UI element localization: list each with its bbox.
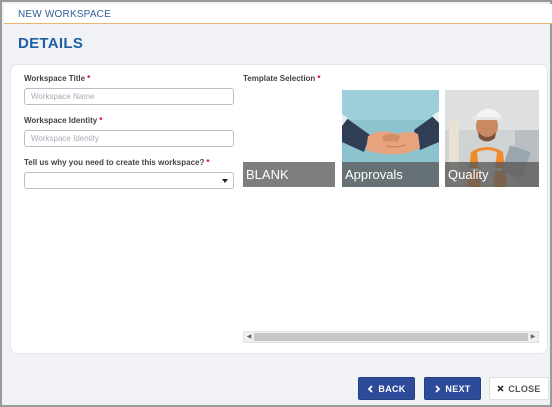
chevron-left-icon xyxy=(368,384,374,393)
details-panel: Workspace Title* Workspace Identity* Tel… xyxy=(10,64,548,354)
dialog-header: NEW WORKSPACE xyxy=(4,4,552,24)
new-workspace-dialog: NEW WORKSPACE DETAILS Workspace Title * W… xyxy=(0,0,552,407)
template-card-label: BLANK xyxy=(246,167,289,182)
next-button[interactable]: NEXT xyxy=(424,377,481,400)
template-scrollbar[interactable]: ◀ ▶ xyxy=(243,331,539,343)
template-card-quality[interactable]: Quality xyxy=(445,90,539,187)
workspace-identity-label: Workspace Identity * xyxy=(24,116,103,125)
workspace-reason-select[interactable] xyxy=(24,172,234,189)
caret-down-icon xyxy=(222,179,228,183)
scroll-right-icon[interactable]: ▶ xyxy=(528,332,538,342)
workspace-reason-label: Tell us why you need to create this work… xyxy=(24,158,210,167)
template-card-blank[interactable]: BLANK xyxy=(243,90,335,187)
required-mark: * xyxy=(206,158,210,167)
dialog-title: NEW WORKSPACE xyxy=(18,9,111,20)
template-card-label: Quality xyxy=(448,167,489,182)
back-button-label: BACK xyxy=(378,383,406,394)
close-icon xyxy=(497,385,504,392)
template-card-approvals[interactable]: Approvals xyxy=(342,90,439,187)
required-mark: * xyxy=(99,116,103,125)
workspace-identity-input[interactable] xyxy=(24,130,234,147)
chevron-right-icon xyxy=(435,384,441,393)
scroll-left-icon[interactable]: ◀ xyxy=(244,332,254,342)
workspace-title-input[interactable] xyxy=(24,88,234,105)
next-button-label: NEXT xyxy=(445,383,471,394)
workspace-title-label: Workspace Title * xyxy=(24,74,91,83)
required-mark: * xyxy=(87,74,91,83)
close-button-label: CLOSE xyxy=(508,383,541,394)
template-carousel: BLANK Approvals Quality xyxy=(243,90,539,187)
close-button[interactable]: CLOSE xyxy=(489,377,549,400)
template-selection-label: Template Selection * xyxy=(243,74,321,83)
back-button[interactable]: BACK xyxy=(358,377,415,400)
template-card-label: Approvals xyxy=(345,167,403,182)
scrollbar-thumb[interactable] xyxy=(254,333,528,341)
section-title: DETAILS xyxy=(18,35,84,52)
required-mark: * xyxy=(317,74,321,83)
